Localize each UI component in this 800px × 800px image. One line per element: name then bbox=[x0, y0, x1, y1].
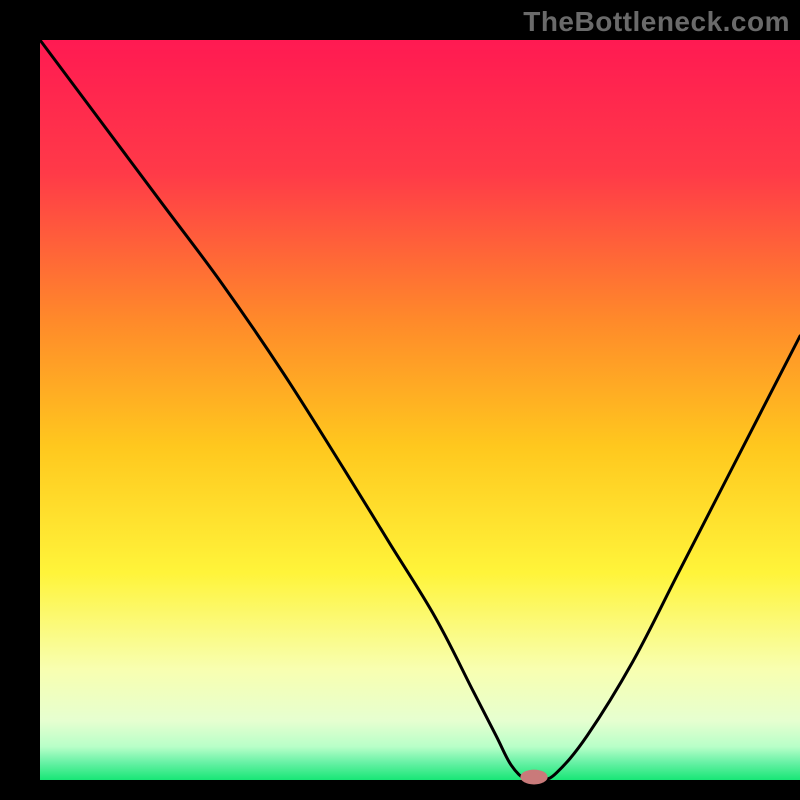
watermark-label: TheBottleneck.com bbox=[523, 6, 790, 38]
bottleneck-chart bbox=[0, 0, 800, 800]
chart-container: TheBottleneck.com bbox=[0, 0, 800, 800]
optimal-point-marker bbox=[520, 770, 547, 785]
plot-background bbox=[40, 40, 800, 780]
